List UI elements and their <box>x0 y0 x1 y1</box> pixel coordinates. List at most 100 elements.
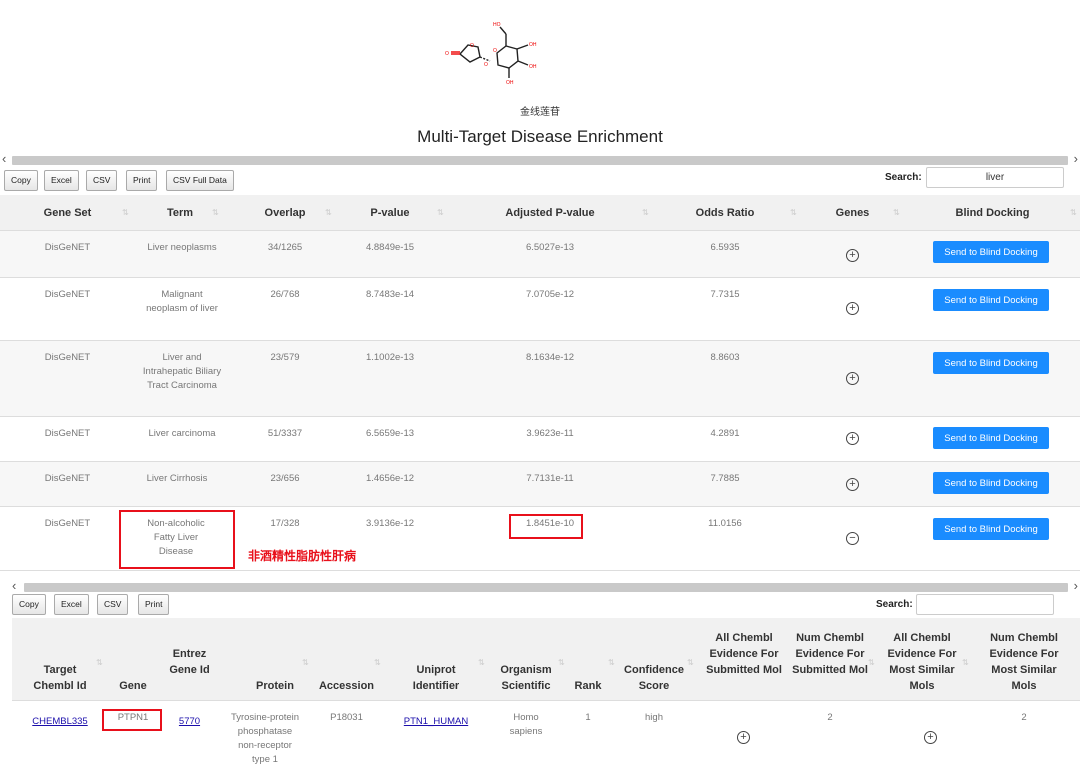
sort-icon[interactable]: ⇅ <box>122 195 129 231</box>
column-header-num-evidence-similar[interactable]: Num Chembl Evidence For Most Similar Mol… <box>984 630 1064 694</box>
cell-overlap: 34/1265 <box>267 242 303 253</box>
expand-evidence-plus-icon[interactable]: + <box>737 731 750 744</box>
copy-button[interactable]: Copy <box>12 594 46 615</box>
cell-gene-set: DisGeNET <box>44 518 91 529</box>
print-button[interactable]: Print <box>138 594 170 615</box>
scroll-right-icon[interactable]: › <box>1074 578 1078 594</box>
sort-icon[interactable]: ⇅ <box>325 195 332 231</box>
cell-adjusted-p-value: 7.7131e-11 <box>526 473 574 484</box>
cell-overlap: 51/3337 <box>267 428 303 439</box>
column-header-overlap[interactable]: Overlap <box>240 195 330 231</box>
column-header-confidence-score[interactable]: Confidence Score <box>618 662 690 694</box>
cell-p-value: 3.9136e-12 <box>365 518 415 529</box>
send-to-blind-docking-button[interactable]: Send to Blind Docking <box>933 472 1049 494</box>
cell-term: Liver carcinoma <box>148 428 216 439</box>
table1-horizontal-scrollbar[interactable]: ‹ › <box>0 151 1080 167</box>
cell-p-value: 8.7483e-14 <box>365 289 415 300</box>
sort-icon[interactable]: ⇅ <box>687 658 694 667</box>
expand-genes-plus-icon[interactable]: + <box>846 302 859 315</box>
column-header-adjusted-p-value[interactable]: Adjusted P-value <box>480 195 620 231</box>
svg-text:OH: OH <box>529 42 537 48</box>
svg-text:O: O <box>493 48 497 54</box>
column-header-blind-docking[interactable]: Blind Docking <box>930 195 1055 231</box>
sort-icon[interactable]: ⇅ <box>962 658 969 667</box>
sort-icon[interactable]: ⇅ <box>96 658 103 667</box>
column-header-uniprot-identifier[interactable]: Uniprot Identifier <box>400 662 472 694</box>
cell-overlap: 23/656 <box>270 473 300 484</box>
table-row: DisGeNET Malignant neoplasm of liver 26/… <box>0 278 1080 341</box>
expand-genes-plus-icon[interactable]: + <box>846 249 859 262</box>
copy-button[interactable]: Copy <box>4 170 38 191</box>
cell-num-evidence-submitted: 2 <box>827 712 833 723</box>
print-button[interactable]: Print <box>126 170 158 191</box>
target-chembl-id-link[interactable]: CHEMBL335 <box>24 715 96 729</box>
sort-icon[interactable]: ⇅ <box>374 658 381 667</box>
sort-icon[interactable]: ⇅ <box>1070 195 1077 231</box>
csv-button[interactable]: CSV <box>86 170 118 191</box>
scroll-left-icon[interactable]: ‹ <box>2 151 6 167</box>
column-header-organism-scientific[interactable]: Organism Scientific <box>492 662 560 694</box>
sort-icon[interactable]: ⇅ <box>790 195 797 231</box>
column-header-num-evidence-submitted[interactable]: Num Chembl Evidence For Submitted Mol <box>792 630 868 678</box>
entrez-gene-id-link[interactable]: 5770 <box>167 715 212 729</box>
column-header-all-evidence-submitted[interactable]: All Chembl Evidence For Submitted Mol <box>702 630 786 678</box>
scroll-left-icon[interactable]: ‹ <box>12 578 16 594</box>
sort-icon[interactable]: ⇅ <box>868 658 875 667</box>
sort-icon[interactable]: ⇅ <box>212 195 219 231</box>
expand-evidence-plus-icon[interactable]: + <box>924 731 937 744</box>
search-input[interactable]: liver <box>926 167 1064 188</box>
send-to-blind-docking-button[interactable]: Send to Blind Docking <box>933 518 1049 540</box>
send-to-blind-docking-button[interactable]: Send to Blind Docking <box>933 427 1049 449</box>
sort-icon[interactable]: ⇅ <box>478 658 485 667</box>
csv-button[interactable]: CSV <box>97 594 129 615</box>
cell-gene-set: DisGeNET <box>44 242 91 253</box>
send-to-blind-docking-button[interactable]: Send to Blind Docking <box>933 289 1049 311</box>
collapse-genes-minus-icon[interactable]: − <box>846 532 859 545</box>
csv-full-data-button[interactable]: CSV Full Data <box>166 170 234 191</box>
compound-structure-image: O O O O HO OH OH OH <box>445 22 537 86</box>
uniprot-identifier-link[interactable]: PTN1_HUMAN <box>396 715 476 729</box>
excel-button[interactable]: Excel <box>44 170 79 191</box>
column-header-protein[interactable]: Protein <box>236 678 314 694</box>
sort-icon[interactable]: ⇅ <box>893 195 900 231</box>
cell-overlap: 23/579 <box>270 352 300 363</box>
send-to-blind-docking-button[interactable]: Send to Blind Docking <box>933 352 1049 374</box>
cell-odds-ratio: 8.8603 <box>710 352 740 363</box>
expand-genes-plus-icon[interactable]: + <box>846 372 859 385</box>
cell-adjusted-p-value: 8.1634e-12 <box>525 352 575 363</box>
cell-term: Liver Cirrhosis <box>146 473 208 484</box>
column-header-accession[interactable]: Accession <box>314 678 379 694</box>
compound-name: 金线莲苷 <box>520 107 560 118</box>
column-header-genes[interactable]: Genes <box>815 195 890 231</box>
scrollbar-thumb[interactable] <box>24 583 1068 592</box>
cell-num-evidence-similar: 2 <box>1021 712 1027 723</box>
table-row: DisGeNET Liver Cirrhosis 23/656 1.4656e-… <box>0 462 1080 507</box>
cell-odds-ratio: 6.5935 <box>710 242 740 253</box>
expand-genes-plus-icon[interactable]: + <box>846 478 859 491</box>
column-header-entrez-gene-id[interactable]: Entrez Gene Id <box>167 646 212 678</box>
sort-icon[interactable]: ⇅ <box>302 658 309 667</box>
scrollbar-thumb[interactable] <box>12 156 1068 165</box>
excel-button[interactable]: Excel <box>54 594 89 615</box>
expand-genes-plus-icon[interactable]: + <box>846 432 859 445</box>
sort-icon[interactable]: ⇅ <box>642 195 649 231</box>
sort-icon[interactable]: ⇅ <box>608 658 615 667</box>
column-header-all-evidence-similar[interactable]: All Chembl Evidence For Most Similar Mol… <box>884 630 960 694</box>
highlight-box-term <box>119 510 235 569</box>
send-to-blind-docking-button[interactable]: Send to Blind Docking <box>933 241 1049 263</box>
scroll-right-icon[interactable]: › <box>1074 151 1078 167</box>
column-header-odds-ratio[interactable]: Odds Ratio <box>680 195 770 231</box>
sort-icon[interactable]: ⇅ <box>437 195 444 231</box>
column-header-target-chembl-id[interactable]: Target Chembl Id <box>24 662 96 694</box>
search-input[interactable] <box>916 594 1054 615</box>
cell-gene-set: DisGeNET <box>44 473 91 484</box>
svg-text:O: O <box>470 43 474 49</box>
column-header-p-value[interactable]: P-value <box>345 195 435 231</box>
svg-text:HO: HO <box>493 22 501 28</box>
sort-icon[interactable]: ⇅ <box>558 658 565 667</box>
table2-horizontal-scrollbar[interactable]: ‹ › <box>12 578 1080 594</box>
column-header-gene[interactable]: Gene <box>107 678 159 694</box>
column-header-gene-set[interactable]: Gene Set <box>20 195 115 231</box>
cell-term: Malignant neoplasm of liver <box>146 289 218 314</box>
column-header-rank[interactable]: Rank <box>568 678 608 694</box>
